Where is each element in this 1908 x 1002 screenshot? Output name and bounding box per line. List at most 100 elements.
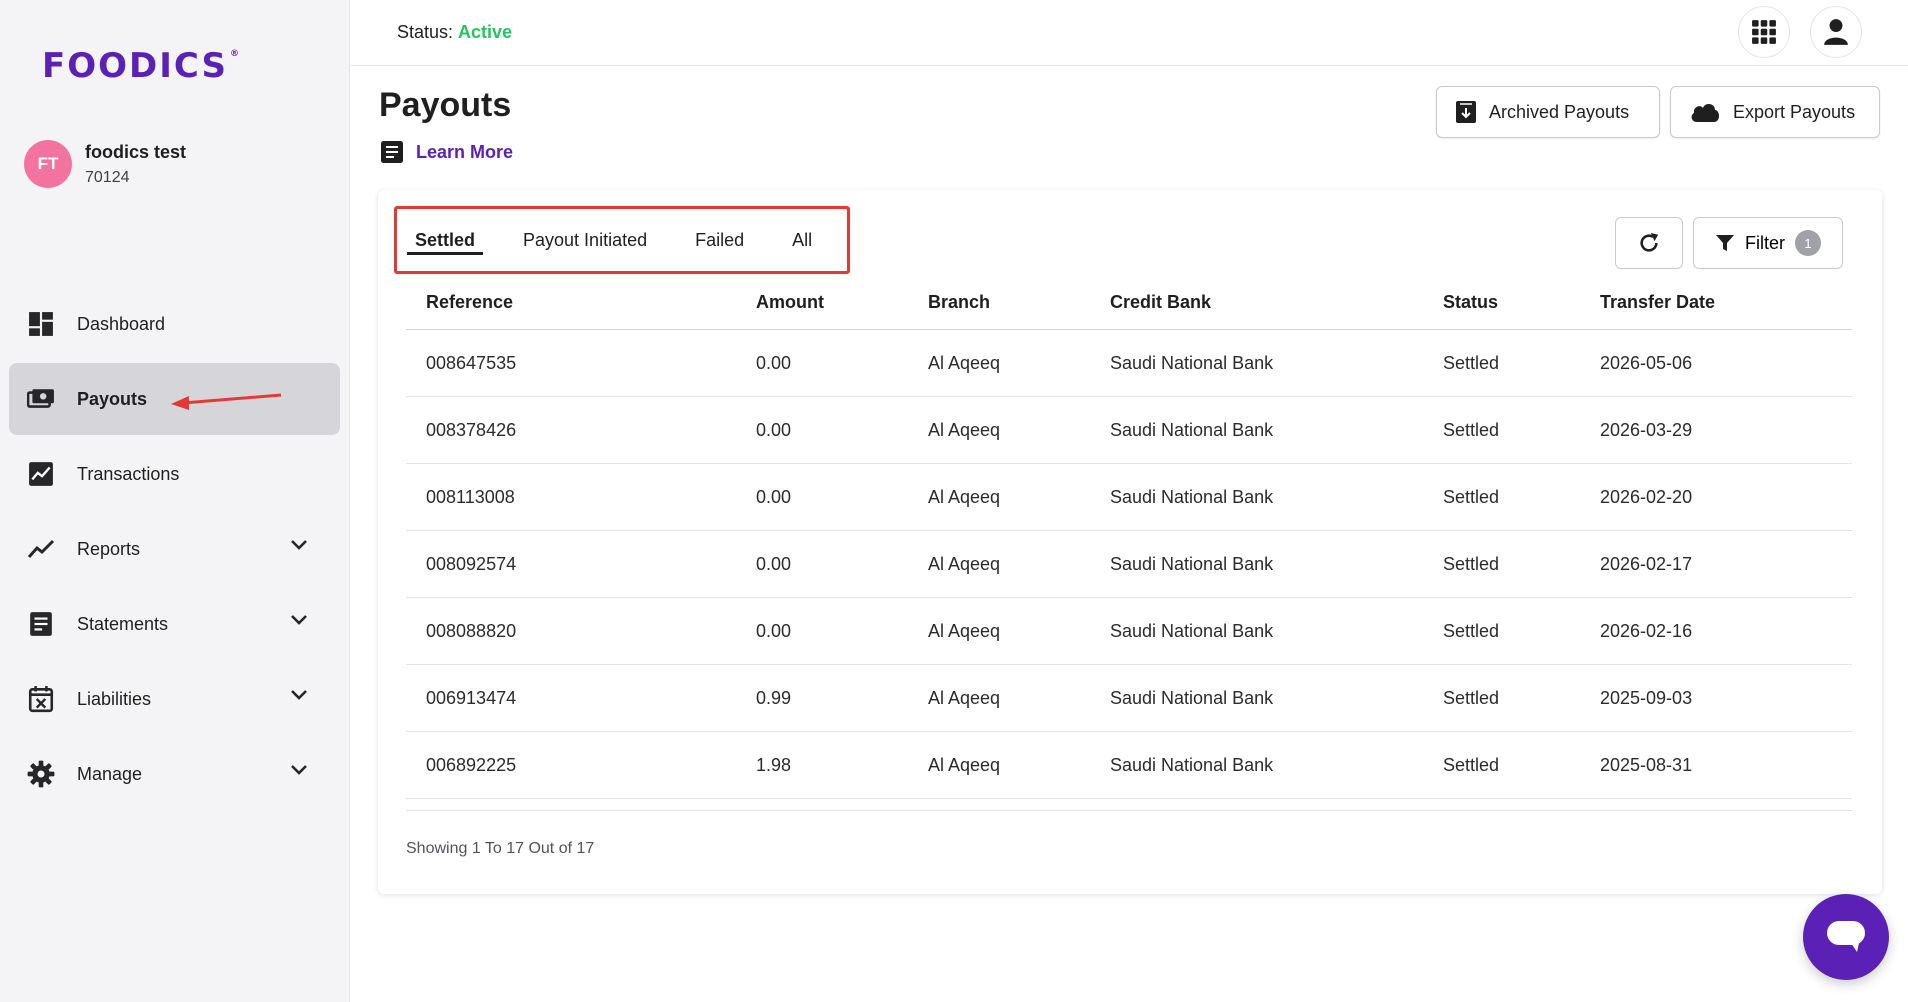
status-badge: Active — [458, 22, 513, 42]
table-row[interactable]: 008088820 0.00 Al Aqeeq Saudi National B… — [406, 598, 1852, 665]
table-row[interactable]: 008647535 0.00 Al Aqeeq Saudi National B… — [406, 330, 1852, 397]
top-bar: Status: Active — [351, 0, 1908, 66]
credit-bank-cell: Saudi National Bank — [1110, 754, 1274, 775]
table-footer-divider — [406, 799, 1852, 811]
transfer-date-cell: 2026-05-06 — [1600, 352, 1693, 373]
payouts-card: Settled Payout Initiated Failed All Filt… — [378, 190, 1882, 894]
annotation-arrow-icon — [171, 393, 282, 410]
chevron-down-icon[interactable] — [290, 614, 308, 626]
table-row[interactable]: 008092574 0.00 Al Aqeeq Saudi National B… — [406, 531, 1852, 598]
table-row[interactable]: 008378426 0.00 Al Aqeeq Saudi National B… — [406, 397, 1852, 464]
export-payouts-button[interactable]: Export Payouts — [1670, 86, 1880, 138]
filter-button[interactable]: Filter 1 — [1693, 217, 1843, 269]
column-header-branch[interactable]: Branch — [928, 292, 1110, 313]
account-status: Status: Active — [397, 22, 512, 43]
column-header-transfer-date[interactable]: Transfer Date — [1600, 292, 1850, 313]
branch-cell: Al Aqeeq — [928, 419, 1001, 440]
user-icon — [1824, 19, 1848, 45]
chevron-down-icon[interactable] — [290, 689, 308, 701]
user-name: foodics test — [85, 141, 187, 162]
transfer-date-cell: 2025-09-03 — [1600, 687, 1693, 708]
status-cell: Settled — [1443, 754, 1500, 775]
document-icon — [381, 141, 403, 163]
column-header-credit-bank[interactable]: Credit Bank — [1110, 292, 1443, 313]
page-title: Payouts — [379, 86, 512, 124]
foodics-logo[interactable]: FOODICS ® — [42, 46, 241, 86]
credit-bank-cell: Saudi National Bank — [1110, 687, 1274, 708]
branch-cell: Al Aqeeq — [928, 352, 1001, 373]
archive-download-icon — [1456, 101, 1476, 123]
branch-cell: Al Aqeeq — [928, 486, 1001, 507]
pagination-summary: Showing 1 To 17 Out of 17 — [406, 840, 595, 857]
sidebar-item-reports[interactable]: Reports — [9, 513, 340, 585]
dashboard-icon — [27, 310, 55, 338]
sidebar-item-label: Reports — [77, 538, 141, 559]
chevron-down-icon[interactable] — [290, 764, 308, 776]
reference-cell: 008092574 — [426, 553, 517, 574]
logo-registered-mark: ® — [229, 49, 241, 59]
refresh-icon — [1640, 232, 1659, 252]
tab-payout-initiated[interactable]: Payout Initiated — [523, 209, 647, 271]
tab-all[interactable]: All — [792, 209, 812, 271]
branch-cell: Al Aqeeq — [928, 553, 1001, 574]
status-cell: Settled — [1443, 620, 1500, 641]
reference-cell: 008088820 — [426, 620, 517, 641]
tab-failed[interactable]: Failed — [695, 209, 744, 271]
status-cell: Settled — [1443, 687, 1500, 708]
filter-label: Filter — [1745, 232, 1785, 253]
sidebar-item-liabilities[interactable]: Liabilities — [9, 663, 340, 735]
user-profile[interactable]: FT foodics test 70124 — [24, 140, 186, 188]
amount-cell: 0.00 — [756, 486, 792, 507]
archived-payouts-button[interactable]: Archived Payouts — [1436, 86, 1660, 138]
credit-bank-cell: Saudi National Bank — [1110, 419, 1274, 440]
sidebar: FOODICS ® FT foodics test 70124 Dashboard… — [0, 0, 350, 1002]
logo-text: FOODICS — [42, 46, 228, 86]
transfer-date-cell: 2026-03-29 — [1600, 419, 1693, 440]
learn-more-link[interactable]: Learn More — [380, 140, 513, 164]
user-menu-button[interactable] — [1810, 6, 1862, 58]
transfer-date-cell: 2026-02-20 — [1600, 486, 1693, 507]
status-cell: Settled — [1443, 486, 1500, 507]
apps-grid-button[interactable] — [1738, 6, 1790, 58]
table-row[interactable]: 006892225 1.98 Al Aqeeq Saudi National B… — [406, 732, 1852, 799]
transfer-date-cell: 2025-08-31 — [1600, 754, 1693, 775]
status-cell: Settled — [1443, 553, 1500, 574]
column-header-amount[interactable]: Amount — [756, 292, 928, 313]
sidebar-nav: Dashboard Payouts Transactions Reports S… — [9, 288, 340, 813]
credit-bank-cell: Saudi National Bank — [1110, 620, 1274, 641]
column-header-status[interactable]: Status — [1443, 292, 1600, 313]
table-row[interactable]: 008113008 0.00 Al Aqeeq Saudi National B… — [406, 464, 1852, 531]
column-header-reference[interactable]: Reference — [406, 292, 756, 313]
chat-support-button[interactable] — [1803, 894, 1889, 980]
cloud-icon — [1691, 104, 1719, 122]
table-header-row: Reference Amount Branch Credit Bank Stat… — [406, 288, 1852, 330]
apps-grid-icon — [1752, 20, 1776, 44]
branch-cell: Al Aqeeq — [928, 687, 1001, 708]
chevron-down-icon[interactable] — [290, 539, 308, 551]
sidebar-item-label: Manage — [77, 763, 143, 784]
amount-cell: 1.98 — [756, 754, 792, 775]
transfer-date-cell: 2026-02-17 — [1600, 553, 1693, 574]
filter-count-badge: 1 — [1795, 230, 1821, 256]
learn-more-label: Learn More — [416, 141, 514, 162]
branch-cell: Al Aqeeq — [928, 754, 1001, 775]
payouts-icon — [27, 385, 55, 413]
chat-icon — [1827, 921, 1865, 952]
refresh-button[interactable] — [1615, 217, 1683, 269]
avatar: FT — [24, 140, 72, 188]
status-cell: Settled — [1443, 352, 1500, 373]
status-cell: Settled — [1443, 419, 1500, 440]
sidebar-item-label: Liabilities — [77, 688, 152, 709]
reports-icon — [27, 535, 55, 563]
sidebar-item-statements[interactable]: Statements — [9, 588, 340, 660]
sidebar-item-manage[interactable]: Manage — [9, 738, 340, 810]
table-row[interactable]: 006913474 0.99 Al Aqeeq Saudi National B… — [406, 665, 1852, 732]
sidebar-item-transactions[interactable]: Transactions — [9, 438, 340, 510]
credit-bank-cell: Saudi National Bank — [1110, 486, 1274, 507]
tab-settled[interactable]: Settled — [407, 209, 484, 271]
reference-cell: 006892225 — [426, 754, 517, 775]
sidebar-item-dashboard[interactable]: Dashboard — [9, 288, 340, 360]
sidebar-item-payouts[interactable]: Payouts — [9, 363, 340, 435]
gear-icon — [27, 760, 55, 788]
amount-cell: 0.00 — [756, 419, 792, 440]
